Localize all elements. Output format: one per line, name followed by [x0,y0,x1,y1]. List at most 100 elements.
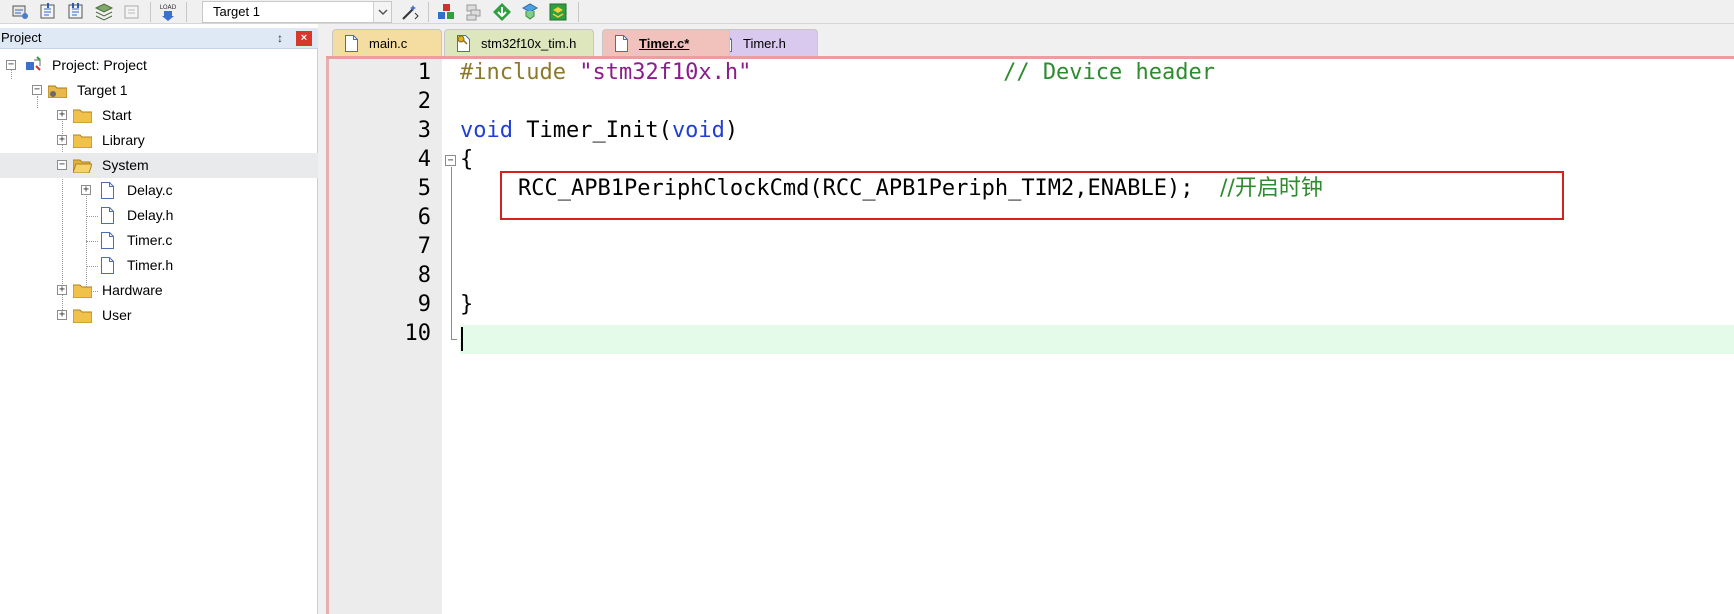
string-literal: "stm32f10x.h" [579,60,752,85]
function-name: Timer_Init( [512,118,672,143]
close-brace: } [460,292,474,317]
tree-item-group-start[interactable]: + Start [0,103,318,128]
code-line-4: { [460,145,473,174]
target-select-value: Target 1 [213,4,260,19]
code-line-9: } [460,290,473,319]
tree-label: System [102,157,149,173]
manage-components-icon[interactable] [436,2,456,22]
header-file-key-icon [457,35,470,52]
tree-label: Delay.c [127,182,173,198]
keyword: void [460,118,513,143]
tab-label: Timer.c* [639,36,690,51]
tree-label: Timer.h [127,257,174,273]
fold-margin: − [442,59,460,614]
download-icon[interactable]: LOAD [158,2,178,22]
close-icon[interactable]: × [296,31,312,46]
tree-item-file-delay-h[interactable]: Delay.h [0,203,318,228]
tab-main-c[interactable]: main.c [332,29,442,56]
collapse-icon[interactable]: − [6,60,16,70]
expand-icon[interactable]: + [81,185,91,195]
tab-stm32f10x-tim-h[interactable]: stm32f10x_tim.h [444,29,594,56]
folder-icon [73,284,92,298]
line-number: 6 [417,205,431,230]
tree-label: Hardware [102,282,163,298]
collapse-icon[interactable]: − [32,85,42,95]
project-icon [26,56,41,71]
line-number: 4 [417,147,431,172]
tree-item-file-delay-c[interactable]: + Delay.c [0,178,318,203]
expand-icon[interactable]: + [57,110,67,120]
tree-item-file-timer-h[interactable]: Timer.h [0,253,318,278]
keyword: void [671,118,725,143]
paren: ) [724,118,739,143]
tree-item-project-root[interactable]: − Project: Project [0,53,318,78]
fold-line [451,167,452,339]
line-number: 5 [417,176,431,201]
line-number: 9 [417,292,431,317]
line-number: 10 [404,321,432,346]
open-brace: { [460,147,474,172]
tree-label: Project: Project [52,57,147,73]
line-number: 7 [417,234,431,259]
toolbar-separator [578,2,579,22]
toolbar-separator [428,2,429,22]
expand-icon[interactable]: + [57,310,67,320]
tree-item-target[interactable]: − Target 1 [0,78,318,103]
translate-icon[interactable] [10,2,30,22]
tree-label: Library [102,132,145,148]
options-wand-icon[interactable] [400,2,420,22]
target-folder-icon [48,85,67,98]
file-icon [101,257,114,274]
chevron-down-icon[interactable] [373,2,391,22]
rebuild-icon[interactable] [66,2,86,22]
tree-label: Delay.h [127,207,174,223]
file-icon [345,35,358,52]
tree-label: Target 1 [77,82,128,98]
target-select[interactable]: Target 1 [202,1,392,23]
expand-icon[interactable]: + [57,285,67,295]
select-software-packs-icon[interactable] [520,2,540,22]
current-line-highlight [460,325,1734,354]
load-icon-text: LOAD [160,4,177,11]
file-icon [101,232,114,249]
tree-label: Timer.c [127,232,173,248]
open-folder-icon [73,159,92,173]
fold-end [451,339,457,340]
annotation-highlight-box [500,171,1564,220]
tab-label: main.c [369,36,408,51]
tree-item-group-user[interactable]: + User [0,303,318,328]
build-icon[interactable] [38,2,58,22]
tree-item-group-hardware[interactable]: + Hardware [0,278,318,303]
preprocessor-directive: #include [460,60,566,85]
run-time-environment-icon[interactable] [548,2,568,22]
tree-item-group-system[interactable]: − System [0,153,318,178]
line-number: 3 [417,118,431,143]
line-number-gutter: 1 2 3 4 5 6 7 8 9 10 [326,59,442,614]
editor-tab-bar: main.c stm32f10x_tim.h Timer.h Timer.c* [326,24,1734,56]
collapse-icon[interactable]: − [57,160,67,170]
folder-icon [73,309,92,323]
expand-icon[interactable]: + [57,135,67,145]
folder-icon [73,109,92,123]
toolbar-separator [150,2,151,22]
code-line-1: #include "stm32f10x.h" // Device header [460,58,1215,87]
batch-build-icon[interactable] [94,2,114,22]
stop-build-icon[interactable] [122,2,142,22]
file-extensions-icon[interactable] [464,2,484,22]
panel-splitter[interactable] [318,24,326,614]
toolbar: LOAD Target 1 [0,0,1734,24]
project-panel: Project ↕ × − Project: Project − Target … [0,28,318,614]
code-editor[interactable]: 1 2 3 4 5 6 7 8 9 10 − #include "stm32f1… [326,56,1734,614]
tab-timer-c-active[interactable]: Timer.c* [602,29,730,56]
pin-icon[interactable]: ↕ [272,31,288,46]
pack-installer-icon[interactable] [492,2,512,22]
file-icon [101,182,114,199]
line-number: 8 [417,263,431,288]
fold-collapse-icon[interactable]: − [445,155,456,166]
tree-item-file-timer-c[interactable]: Timer.c [0,228,318,253]
panel-title: Project [1,30,42,45]
text-caret [461,327,463,351]
tree-item-group-library[interactable]: + Library [0,128,318,153]
code-comment: // Device header [1003,60,1215,85]
panel-header: Project ↕ × [0,28,318,49]
